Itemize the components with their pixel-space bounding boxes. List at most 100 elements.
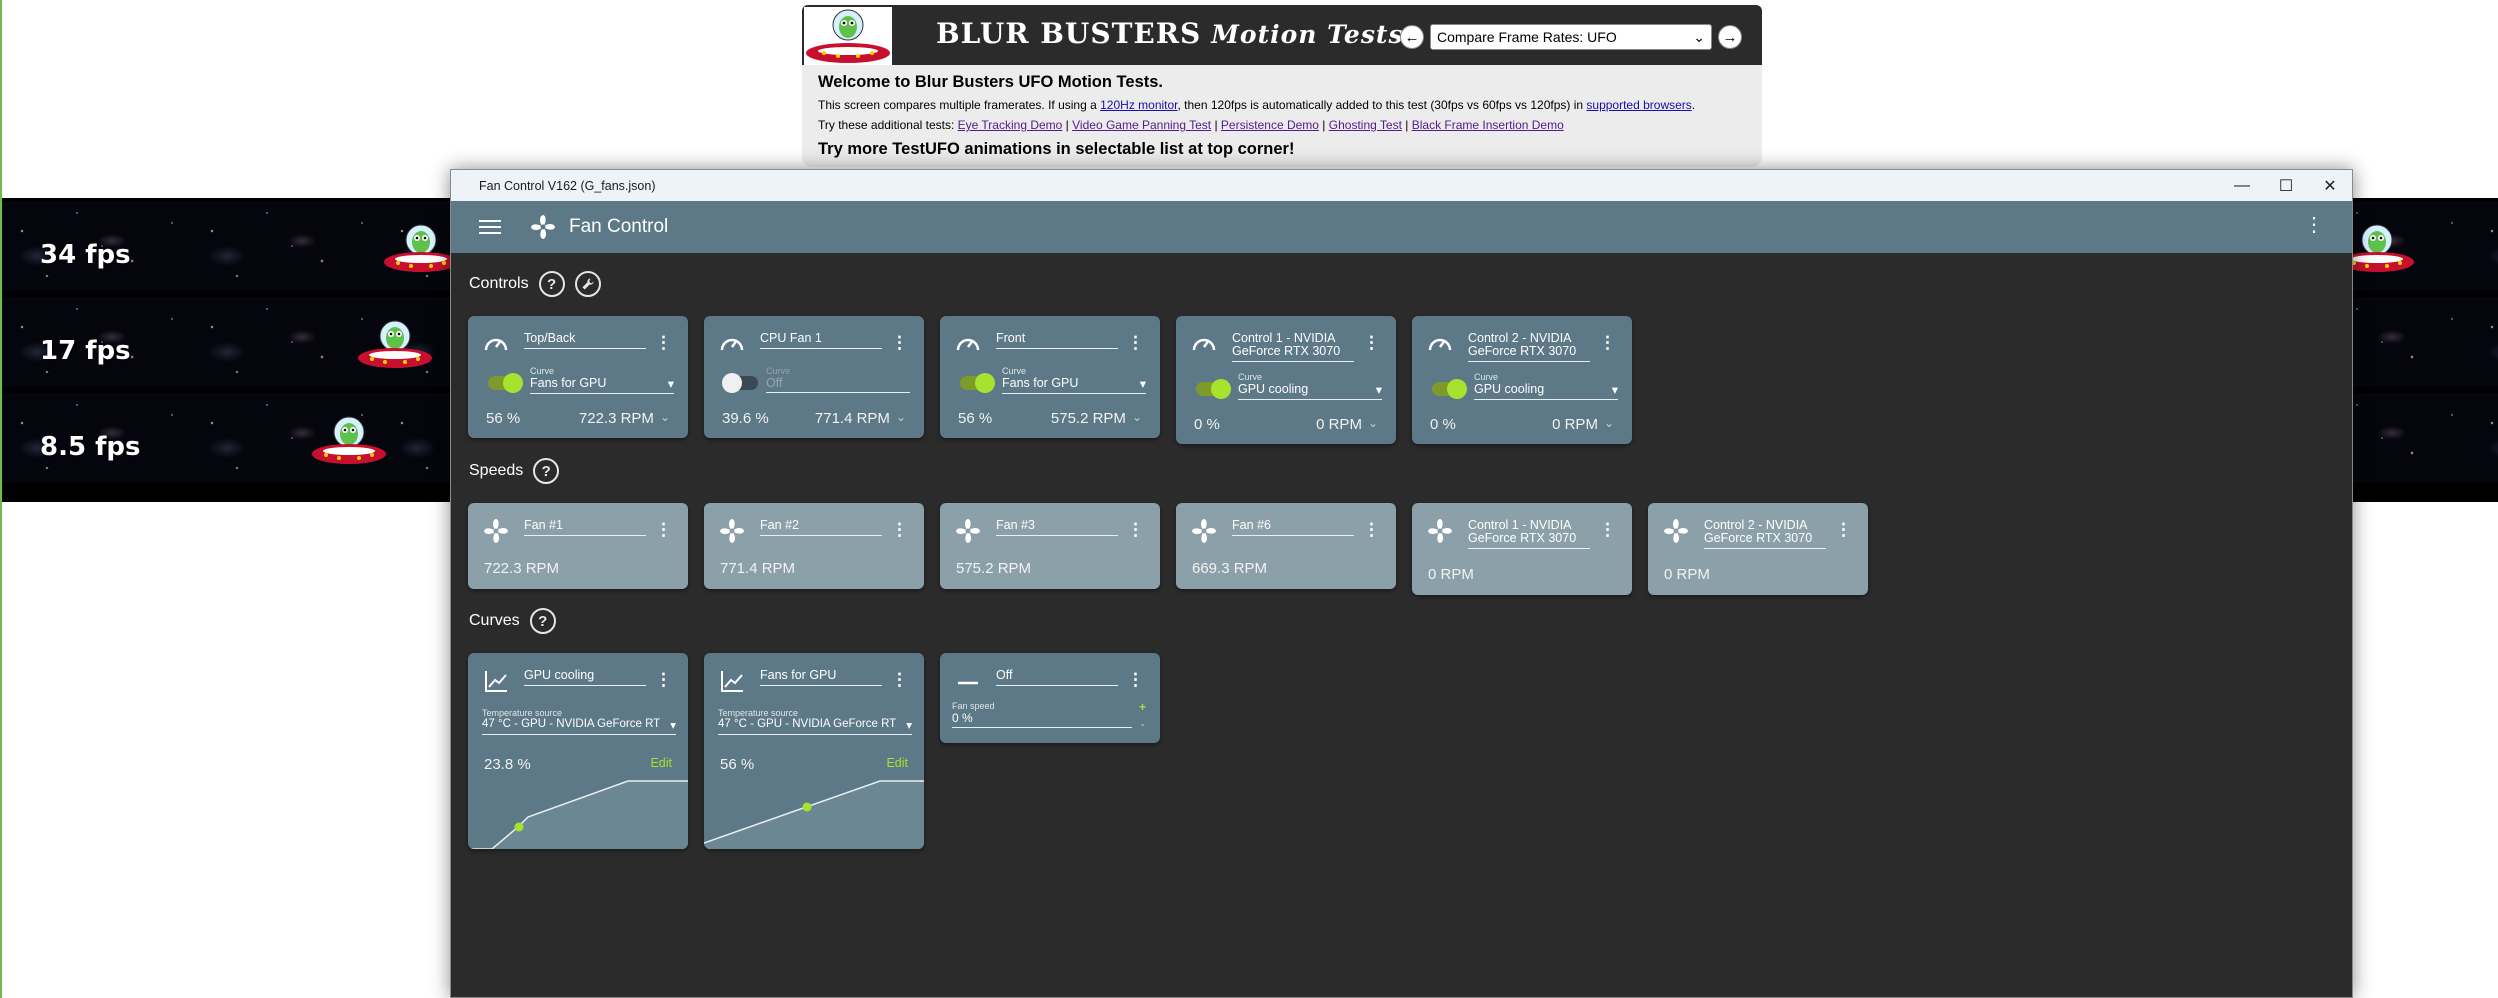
link-persistence-demo[interactable]: Persistence Demo xyxy=(1221,118,1319,132)
control-enable-toggle[interactable] xyxy=(488,373,523,393)
curve-name[interactable]: GPU cooling xyxy=(524,669,646,686)
curve-name[interactable]: Fans for GPU xyxy=(760,669,882,686)
fps-label: 17 fps xyxy=(40,336,131,366)
dropdown-arrow-icon: ▾ xyxy=(667,377,674,391)
speed-rpm: 722.3 RPM xyxy=(484,560,560,577)
control-options-icon[interactable]: ⋮ xyxy=(891,334,908,351)
test-navigation: ← Compare Frame Rates: UFO ⌄ → xyxy=(1400,24,1742,50)
control-footer: 0 % 0 RPM ⌄ xyxy=(1194,416,1378,433)
curve-options-icon[interactable]: ⋮ xyxy=(891,671,908,688)
link-separator: | xyxy=(1211,118,1221,132)
speed-card: Fan #1 ⋮ 722.3 RPM xyxy=(468,503,688,589)
fan-speed-value: 0 % xyxy=(952,711,973,725)
control-rpm: 0 RPM xyxy=(1552,416,1598,433)
speed-options-icon[interactable]: ⋮ xyxy=(1127,521,1144,538)
control-enable-toggle[interactable] xyxy=(960,373,995,393)
control-card: Control 2 - NVIDIA GeForce RTX 3070 ⋮ Cu… xyxy=(1412,316,1632,444)
curve-card: Off ⋮ Fan speed 0 % + - xyxy=(940,653,1160,743)
speed-rpm: 669.3 RPM xyxy=(1192,560,1268,577)
control-options-icon[interactable]: ⋮ xyxy=(1599,334,1616,351)
link-eye-tracking-demo[interactable]: Eye Tracking Demo xyxy=(958,118,1063,132)
speed-options-icon[interactable]: ⋮ xyxy=(891,521,908,538)
speed-options-icon[interactable]: ⋮ xyxy=(655,521,672,538)
speed-options-icon[interactable]: ⋮ xyxy=(1599,521,1616,538)
link-black-frame-insertion-demo[interactable]: Black Frame Insertion Demo xyxy=(1412,118,1564,132)
temperature-source-select[interactable]: Temperature source 47 °C - GPU - NVIDIA … xyxy=(482,708,676,735)
speed-sensor-name[interactable]: Fan #6 xyxy=(1232,519,1354,536)
control-name[interactable]: Control 1 - NVIDIA GeForce RTX 3070 xyxy=(1232,332,1354,362)
fan-icon xyxy=(484,519,508,543)
ufo-sprite xyxy=(383,224,459,273)
link-120hz-monitor[interactable]: 120Hz monitor xyxy=(1100,98,1177,112)
speed-card: Control 2 - NVIDIA GeForce RTX 3070 ⋮ 0 … xyxy=(1648,503,1868,595)
decrease-button[interactable]: - xyxy=(1139,716,1146,733)
site-title-main: BLUR BUSTERS xyxy=(936,17,1202,50)
control-curve-select[interactable]: Curve Fans for GPU ▾ xyxy=(1002,366,1146,394)
speed-sensor-name[interactable]: Fan #2 xyxy=(760,519,882,536)
control-options-icon[interactable]: ⋮ xyxy=(1127,334,1144,351)
minimize-button[interactable]: — xyxy=(2220,170,2264,201)
expand-chevron-icon[interactable]: ⌄ xyxy=(1604,416,1614,433)
control-enable-toggle[interactable] xyxy=(722,373,758,393)
control-percent: 0 % xyxy=(1430,416,1456,433)
control-options-icon[interactable]: ⋮ xyxy=(1363,334,1380,351)
expand-chevron-icon[interactable]: ⌄ xyxy=(896,410,906,427)
info-text: . xyxy=(1691,98,1696,112)
ufo-sprite xyxy=(311,416,387,465)
close-button[interactable]: ✕ xyxy=(2308,170,2352,201)
curves-help-icon[interactable]: ? xyxy=(529,608,556,634)
curve-options-icon[interactable]: ⋮ xyxy=(655,671,672,688)
toggle-knob xyxy=(1211,379,1231,399)
control-curve-select[interactable]: Curve GPU cooling ▾ xyxy=(1474,372,1618,400)
speed-options-icon[interactable]: ⋮ xyxy=(1363,521,1380,538)
control-enable-toggle[interactable] xyxy=(1432,379,1467,399)
speeds-help-icon[interactable]: ? xyxy=(533,458,560,484)
wrench-icon[interactable] xyxy=(574,271,601,297)
increase-button[interactable]: + xyxy=(1139,699,1146,716)
fan-speed-input[interactable]: Fan speed 0 % xyxy=(952,701,1132,728)
expand-chevron-icon[interactable]: ⌄ xyxy=(1132,410,1142,427)
toggle-knob xyxy=(722,373,742,393)
fan-icon xyxy=(956,519,980,543)
control-curve-select[interactable]: Curve GPU cooling ▾ xyxy=(1238,372,1382,400)
control-name[interactable]: Top/Back xyxy=(524,332,646,349)
curve-options-icon[interactable]: ⋮ xyxy=(1127,671,1144,688)
speed-rpm: 575.2 RPM xyxy=(956,560,1032,577)
control-curve-select[interactable]: Curve Fans for GPU ▾ xyxy=(530,366,674,394)
wrench-glyph xyxy=(582,278,594,290)
toggle-knob xyxy=(503,373,523,393)
curve-graph xyxy=(468,780,688,849)
test-select[interactable]: Compare Frame Rates: UFO ⌄ xyxy=(1430,24,1712,50)
expand-chevron-icon[interactable]: ⌄ xyxy=(660,410,670,427)
control-name[interactable]: Control 2 - NVIDIA GeForce RTX 3070 xyxy=(1468,332,1590,362)
fps-label: 34 fps xyxy=(40,240,131,270)
curve-name[interactable]: Off xyxy=(996,669,1118,686)
maximize-button[interactable]: ☐ xyxy=(2264,170,2308,201)
link-ghosting-test[interactable]: Ghosting Test xyxy=(1329,118,1402,132)
temperature-source-value: 47 °C - GPU - NVIDIA GeForce RTX 3070 xyxy=(482,718,660,730)
speed-sensor-name[interactable]: Control 1 - NVIDIA GeForce RTX 3070 xyxy=(1468,519,1590,549)
control-options-icon[interactable]: ⋮ xyxy=(655,334,672,351)
hamburger-menu-icon[interactable] xyxy=(479,220,501,234)
speed-rpm: 0 RPM xyxy=(1428,566,1474,583)
previous-test-button[interactable]: ← xyxy=(1400,25,1424,49)
expand-chevron-icon[interactable]: ⌄ xyxy=(1368,416,1378,433)
control-enable-toggle[interactable] xyxy=(1196,379,1231,399)
curve-select-value: Off xyxy=(766,376,783,390)
control-curve-select[interactable]: Curve Off xyxy=(766,366,910,393)
control-footer: 56 % 575.2 RPM ⌄ xyxy=(958,410,1142,427)
controls-help-icon[interactable]: ? xyxy=(538,271,565,297)
window-titlebar[interactable]: Fan Control V162 (G_fans.json) — ☐ ✕ xyxy=(451,170,2352,201)
speed-sensor-name[interactable]: Control 2 - NVIDIA GeForce RTX 3070 xyxy=(1704,519,1826,549)
info-text: , then 120fps is automatically added to … xyxy=(1177,98,1587,112)
next-test-button[interactable]: → xyxy=(1718,25,1742,49)
control-name[interactable]: Front xyxy=(996,332,1118,349)
temperature-source-select[interactable]: Temperature source 47 °C - GPU - NVIDIA … xyxy=(718,708,912,735)
app-more-options-icon[interactable]: ⋮ xyxy=(2304,215,2324,235)
link-video-game-panning-test[interactable]: Video Game Panning Test xyxy=(1072,118,1211,132)
control-name[interactable]: CPU Fan 1 xyxy=(760,332,882,349)
speed-options-icon[interactable]: ⋮ xyxy=(1835,521,1852,538)
link-supported-browsers[interactable]: supported browsers xyxy=(1586,98,1691,112)
speed-sensor-name[interactable]: Fan #3 xyxy=(996,519,1118,536)
speed-sensor-name[interactable]: Fan #1 xyxy=(524,519,646,536)
